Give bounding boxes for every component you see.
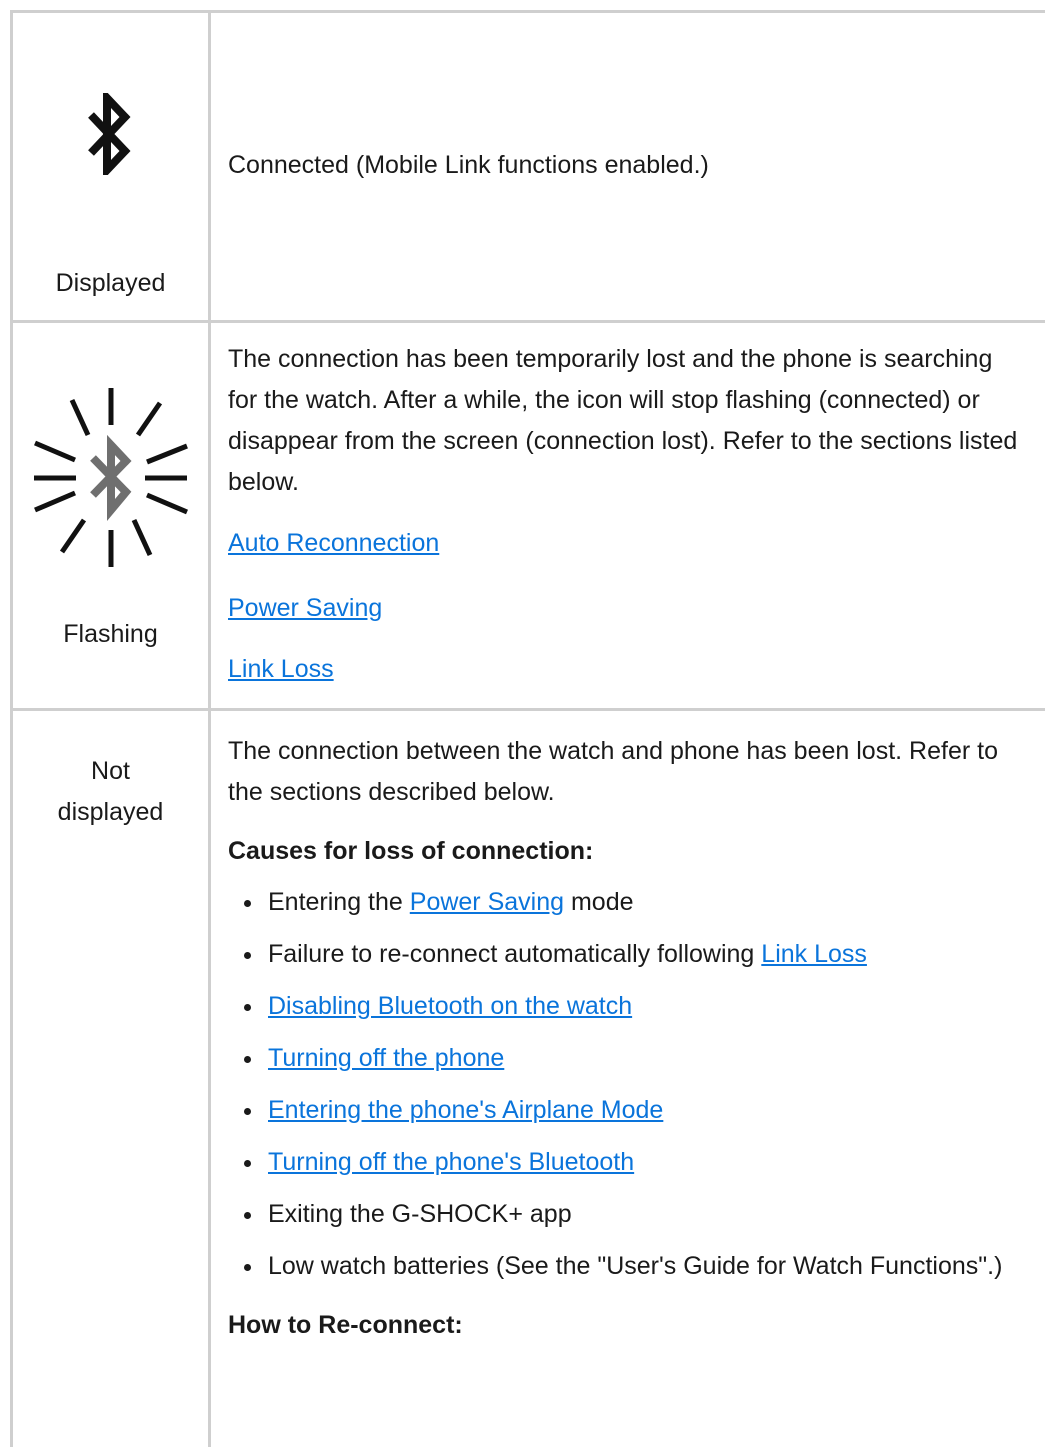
bluetooth-flashing-icon (34, 388, 188, 567)
list-item: Turning off the phone (244, 1038, 1028, 1079)
list-item-text: Low watch batteries (See the "User's Gui… (268, 1252, 1003, 1280)
link-turning-off-phone[interactable]: Turning off the phone (268, 1044, 504, 1072)
status-label-line: Not (91, 757, 130, 785)
status-description-block: The connection has been temporarily lost… (228, 339, 1028, 690)
link-auto-reconnection[interactable]: Auto Reconnection (228, 529, 439, 557)
link-power-saving[interactable]: Power Saving (228, 594, 382, 622)
table-border-top (10, 10, 1045, 13)
status-label: Displayed (55, 269, 166, 297)
list-item: Exiting the G-SHOCK+ app (244, 1194, 1028, 1235)
reconnect-heading: How to Re-connect: (228, 1311, 463, 1339)
bluetooth-icon (88, 93, 131, 175)
table-row-divider (10, 708, 1045, 711)
list-item: Failure to re-connect automatically foll… (244, 934, 1028, 975)
list-item-text: Failure to re-connect automatically foll… (268, 940, 762, 968)
table-border-left (10, 10, 13, 1447)
status-description: The connection has been temporarily lost… (228, 345, 1018, 496)
link-link-loss[interactable]: Link Loss (228, 655, 334, 683)
list-item: Entering the Power Saving mode (244, 882, 1028, 923)
table-column-divider (208, 10, 211, 1447)
causes-heading: Causes for loss of connection: (228, 837, 594, 865)
list-item-text: mode (564, 888, 634, 916)
causes-list: Entering the Power Saving mode Failure t… (228, 882, 1028, 1287)
list-item-text: Entering the (268, 888, 410, 916)
list-item-text: Exiting the G-SHOCK+ app (268, 1200, 572, 1228)
status-description-block: The connection between the watch and pho… (228, 731, 1028, 1346)
link-disabling-bluetooth-watch[interactable]: Disabling Bluetooth on the watch (268, 992, 632, 1020)
status-label-line: displayed (57, 798, 164, 826)
status-label: Flashing (63, 620, 158, 648)
link-airplane-mode[interactable]: Entering the phone's Airplane Mode (268, 1096, 663, 1124)
list-item: Turning off the phone's Bluetooth (244, 1142, 1028, 1183)
status-description: Connected (Mobile Link functions enabled… (228, 151, 709, 179)
link-power-saving[interactable]: Power Saving (410, 888, 564, 916)
link-link-loss[interactable]: Link Loss (761, 940, 867, 968)
table-row-divider (10, 320, 1045, 323)
status-description: The connection between the watch and pho… (228, 737, 998, 806)
status-label: Not displayed (13, 751, 208, 833)
list-item: Disabling Bluetooth on the watch (244, 986, 1028, 1027)
list-item: Low watch batteries (See the "User's Gui… (244, 1246, 1028, 1287)
link-turning-off-phone-bluetooth[interactable]: Turning off the phone's Bluetooth (268, 1148, 634, 1176)
status-table: Displayed Connected (Mobile Link functio… (0, 0, 1045, 1447)
list-item: Entering the phone's Airplane Mode (244, 1090, 1028, 1131)
